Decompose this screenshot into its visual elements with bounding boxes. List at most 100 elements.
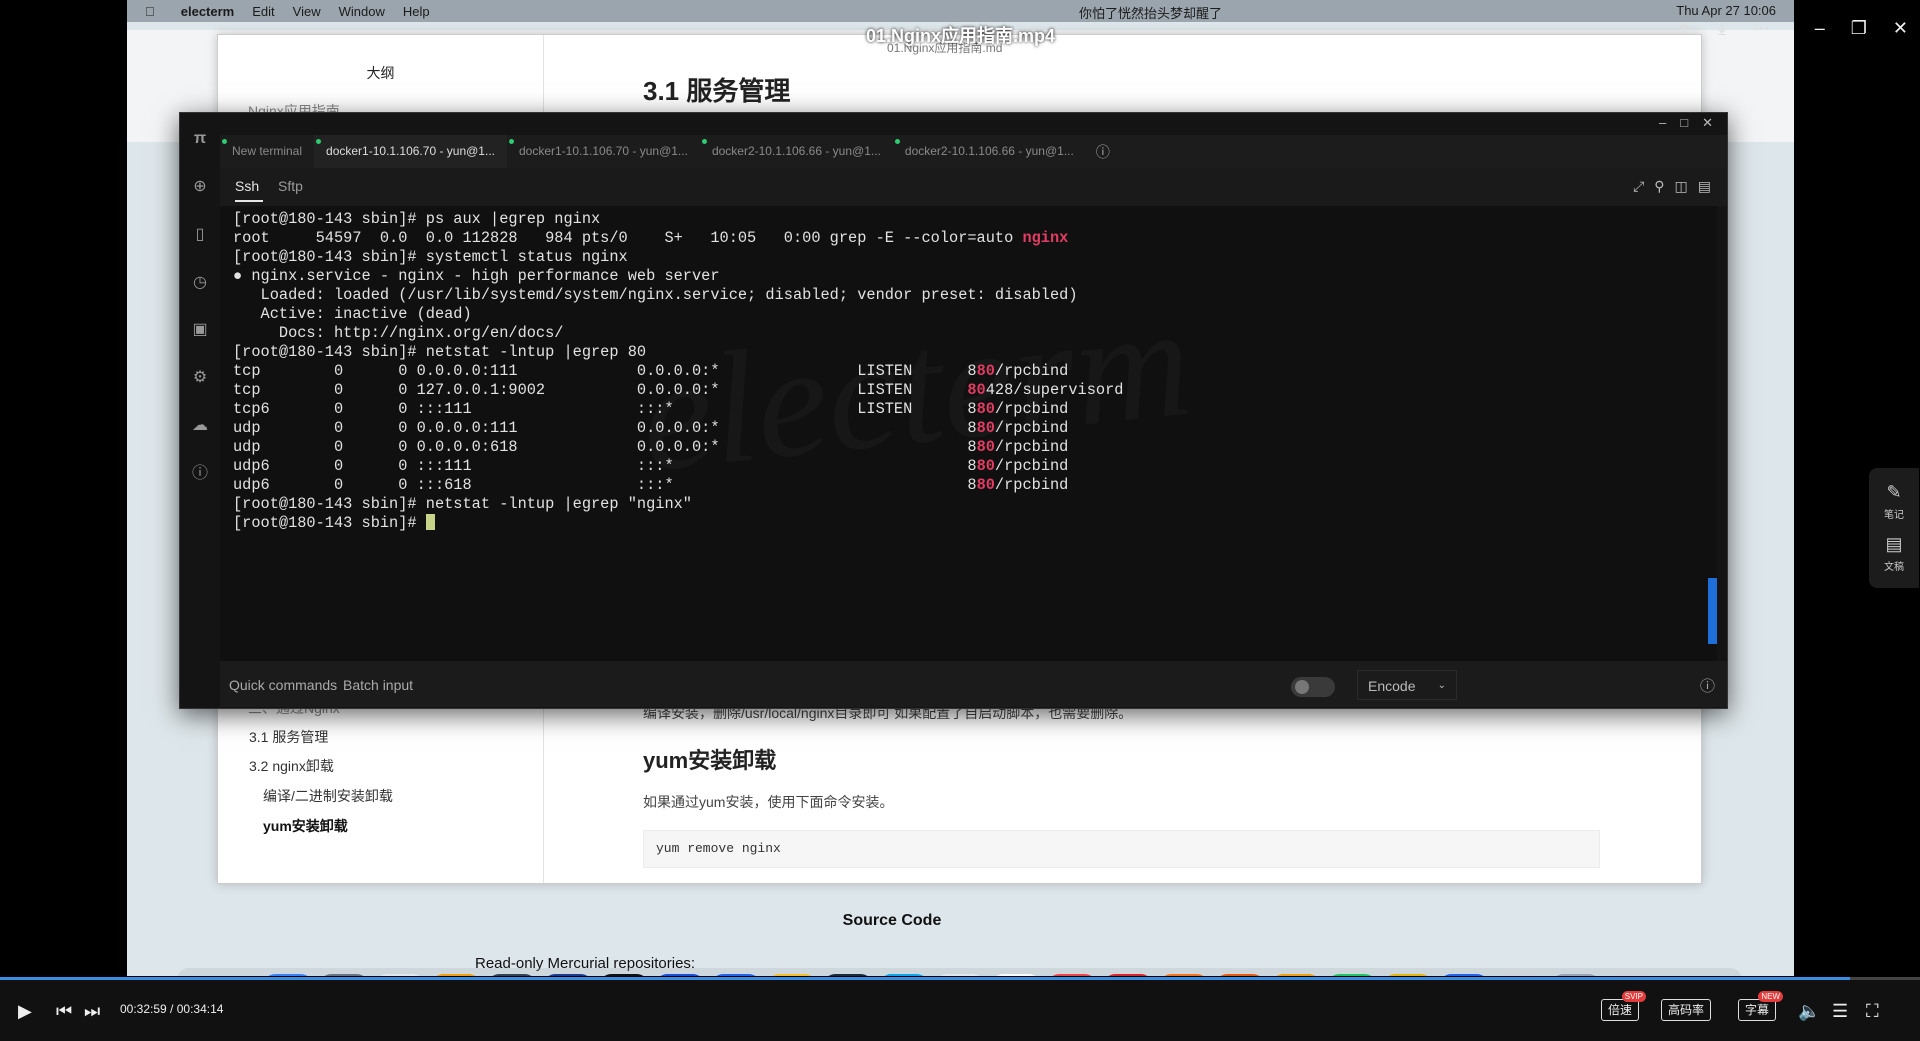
add-icon[interactable]: ⊕	[190, 177, 210, 197]
terminal-highlight: nginx	[1022, 229, 1069, 247]
bookmark-icon[interactable]: ▯	[190, 225, 210, 245]
notes-icon[interactable]: ▭	[431, 974, 480, 976]
tab-label: docker2-10.1.106.66 - yun@1...	[904, 144, 1074, 158]
tab-menu-icon[interactable]: ⓘ	[1096, 142, 1110, 162]
close-icon[interactable]: ✕	[1702, 115, 1713, 131]
minimize-icon[interactable]: –	[1659, 115, 1666, 131]
tab-ssh[interactable]: Ssh	[235, 178, 259, 194]
terminal-titlebar: – □ ✕	[180, 113, 1727, 135]
previous-icon[interactable]: ⏮	[56, 1001, 72, 1022]
terminal-icon[interactable]: >_	[599, 974, 648, 976]
tab-docker1-active[interactable]: docker1-10.1.106.70 - yun@1...	[314, 135, 507, 168]
app-icon[interactable]: ☂	[767, 974, 816, 976]
document-icon[interactable]: ▤	[1495, 974, 1544, 976]
edge-icon[interactable]: e	[879, 974, 928, 976]
toggle-switch[interactable]	[1291, 677, 1335, 697]
tab-new-terminal[interactable]: New terminal	[220, 135, 314, 168]
playlist-icon[interactable]: ☰	[1832, 1001, 1848, 1022]
cloud-sync-icon[interactable]: ☁	[190, 416, 210, 436]
speed-button[interactable]: 倍速 SVIP	[1601, 991, 1647, 1021]
menu-help[interactable]: Help	[403, 4, 430, 19]
terminal-highlight: 80	[976, 400, 995, 418]
app-icon[interactable]: G	[1047, 974, 1096, 976]
tab-sftp[interactable]: Sftp	[278, 178, 303, 194]
electerm-icon[interactable]: π	[487, 974, 536, 976]
quality-button[interactable]: 高码率	[1661, 999, 1712, 1021]
app-icon[interactable]: ☁	[543, 974, 592, 976]
app-icon[interactable]: ▲	[711, 974, 760, 976]
typora-icon[interactable]: T	[935, 974, 984, 976]
doc-heading-2: yum安装卸载	[643, 748, 777, 773]
terminal-highlight: 80	[976, 419, 995, 437]
terminal-output[interactable]: electerm [root@180-143 sbin]# ps aux |eg…	[220, 206, 1717, 661]
more-icon[interactable]: ⋯	[1752, 18, 1770, 39]
info-icon[interactable]: ⓘ	[190, 464, 210, 484]
chevron-down-icon: ⌄	[1437, 680, 1446, 691]
maximize-icon[interactable]: □	[1680, 115, 1688, 131]
notion-icon[interactable]: N	[991, 974, 1040, 976]
search-icon[interactable]: ⚲	[1654, 178, 1664, 195]
time-current: 00:32:59	[120, 1002, 167, 1016]
wechat-icon[interactable]: ●	[1327, 974, 1376, 976]
terminal-line: Active: inactive (dead)	[233, 305, 1123, 324]
image-icon[interactable]: ▣	[190, 320, 210, 340]
download-icon[interactable]: ⤓	[1718, 18, 1726, 39]
outline-item[interactable]: 3.1 服务管理	[249, 727, 328, 747]
tab-docker1[interactable]: docker1-10.1.106.70 - yun@1...	[507, 135, 700, 168]
vscode-icon[interactable]: ≺	[655, 974, 704, 976]
info-icon[interactable]: ⓘ	[1700, 675, 1715, 696]
outline-item-active[interactable]: yum安装卸载	[263, 816, 348, 836]
next-icon[interactable]: ⏭	[84, 1001, 100, 1022]
app-icon[interactable]: ◉	[1383, 974, 1432, 976]
tab-label: New terminal	[232, 144, 303, 158]
time-display: 00:32:59 / 00:34:14	[120, 1002, 224, 1016]
sublime-icon[interactable]: S	[1271, 974, 1320, 976]
split-vertical-icon[interactable]: ▤	[1698, 178, 1711, 195]
terminal-line: [root@180-143 sbin]#	[233, 514, 1123, 533]
settings-icon[interactable]: ⚙	[190, 368, 210, 388]
close-icon[interactable]: ✕	[1893, 18, 1908, 39]
terminal-line: root 54597 0.0 0.0 112828 984 pts/0 S+ 1…	[233, 229, 1123, 248]
terminal-line: udp6 0 0 :::618 :::* 880/rpcbind	[233, 476, 1123, 495]
minimize-icon[interactable]: –	[1815, 18, 1825, 39]
encode-select[interactable]: Encode ⌄	[1357, 670, 1457, 700]
books-icon[interactable]: ▤	[1159, 974, 1208, 976]
terminal-line: [root@180-143 sbin]# ps aux |egrep nginx	[233, 210, 1123, 229]
tab-docker2[interactable]: docker2-10.1.106.66 - yun@1...	[700, 135, 893, 168]
app-icon[interactable]: ≋	[1439, 974, 1488, 976]
fullscreen-icon[interactable]: ⛶	[1866, 1001, 1879, 1022]
share-icon[interactable]: ⚭	[1677, 18, 1692, 39]
document-label: 文稿	[1884, 562, 1904, 573]
menu-edit[interactable]: Edit	[252, 4, 274, 19]
tab-status-dot	[316, 139, 322, 144]
app-icon[interactable]: ⬢	[823, 974, 872, 976]
history-icon[interactable]: ◷	[190, 273, 210, 293]
outline-item[interactable]: 3.2 nginx卸载	[249, 756, 334, 776]
fullscreen-icon[interactable]: ⤢	[1633, 178, 1644, 195]
wps-icon[interactable]: W	[1103, 974, 1152, 976]
progress-bar[interactable]	[0, 977, 1920, 980]
electerm-logo-icon[interactable]: π	[190, 129, 210, 149]
batch-input-button[interactable]: Batch input	[343, 677, 413, 693]
quick-commands-button[interactable]: Quick commands	[229, 677, 337, 693]
restore-icon[interactable]: ❐	[1851, 18, 1867, 39]
menu-view[interactable]: View	[293, 4, 321, 19]
notes-icon[interactable]: ✎	[1869, 482, 1919, 503]
reminders-icon[interactable]: ☰	[375, 974, 424, 976]
launchpad-icon[interactable]: ▦	[319, 974, 368, 976]
terminal-scrollbar[interactable]	[1708, 578, 1717, 644]
terminal-text: Docs: http://nginx.org/en/docs/	[233, 324, 564, 342]
trash-icon[interactable]: ◫	[1607, 974, 1656, 976]
tab-docker2[interactable]: docker2-10.1.106.66 - yun@1...	[893, 135, 1086, 168]
folder-icon[interactable]: ▤	[1551, 974, 1600, 976]
split-horizontal-icon[interactable]: ◫	[1675, 178, 1688, 195]
play-icon[interactable]: ▶	[18, 1001, 32, 1022]
app-icon[interactable]: ✎	[1215, 974, 1264, 976]
finder-icon[interactable]: ☺	[263, 974, 312, 976]
menu-window[interactable]: Window	[339, 4, 385, 19]
outline-item[interactable]: 编译/二进制安装卸载	[263, 786, 393, 806]
document-ai-icon[interactable]: ▤	[1869, 534, 1919, 555]
caption-button[interactable]: 字幕 NEW	[1738, 991, 1784, 1021]
terminal-text: ● nginx.service - nginx - high performan…	[233, 267, 720, 285]
volume-icon[interactable]: 🔈	[1798, 1001, 1820, 1022]
